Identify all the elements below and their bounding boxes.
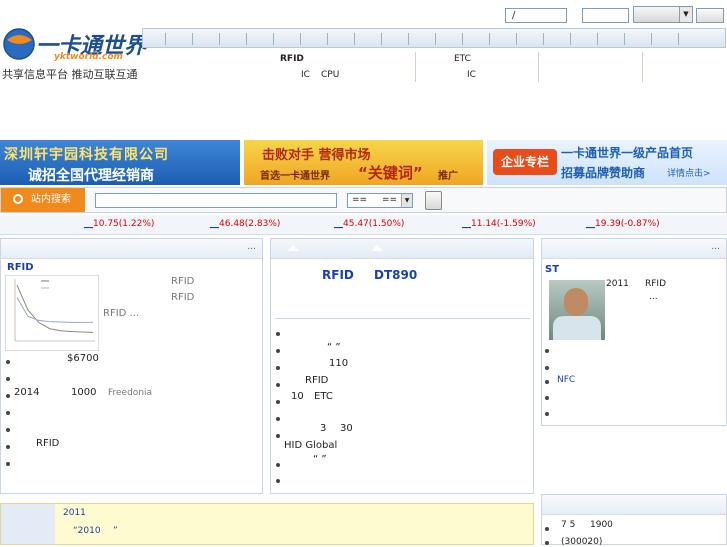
ticker-item[interactable]: __11.14(-1.59%) [462,219,536,229]
center-news-panel: RFID DT890 “ ” 110 RFID 10 ETC 3 30 HID … [270,238,534,494]
logo-url: yktworld.com [54,52,123,62]
notice-item[interactable]: 2011 [63,508,86,518]
more-link[interactable]: ... [711,242,720,252]
list-item[interactable]: HID Global [284,440,337,451]
site-logo[interactable]: 一卡通世界 yktworld.com [2,26,146,66]
main-nav [142,28,726,48]
right-news-panel: ... ST 2011 RFID ... NFC [541,238,727,426]
list-item[interactable]: 10 [291,391,304,402]
list-item[interactable]: “ ” [327,342,341,353]
subnav-cpu-link[interactable]: CPU [321,70,339,80]
read-more-link[interactable]: RFID ... [103,308,139,319]
section-title[interactable]: RFID [7,262,34,273]
site-search-button[interactable]: 站内搜索 [1,188,85,212]
login-select[interactable]: ▼ [633,6,693,23]
read-more-link[interactable]: ... [649,292,658,302]
ticker-item[interactable]: __19.39(-0.87%) [586,219,660,229]
banner-xuanyuyuan[interactable]: 深圳轩宇园科技有限公司 诚招全国代理经销商 [0,140,240,185]
chevron-down-icon: ▼ [679,7,692,22]
list-item[interactable]: RFID [36,438,59,449]
list-item[interactable]: $6700 [67,353,99,364]
search-icon [13,194,23,204]
tab-arrow-icon [371,245,383,251]
banner-keyword-promo[interactable]: 击败对手 营得市场 首选一卡通世界 “关键词” 推广 [244,140,483,185]
list-item[interactable]: RFID [305,375,328,386]
search-bar: 站内搜索 == == ▼ [0,187,727,213]
section-title[interactable]: ST [545,264,559,275]
list-item[interactable]: 7 5 [561,520,575,530]
list-item[interactable]: “ ” [313,454,327,465]
list-item[interactable]: (300020) [561,537,602,547]
subnav-etc-link[interactable]: ETC [454,54,471,64]
login-button[interactable] [696,8,724,23]
notice-box: 2011 “2010 ” [0,503,534,545]
username-input[interactable]: / [505,8,567,23]
rfid-chart [5,275,99,351]
chevron-down-icon: ▼ [401,194,412,207]
bottom-right-panel: 7 5 1900 (300020) [541,494,727,547]
subnav-ic-link[interactable]: IC [301,70,310,80]
list-item[interactable]: 2014 [14,387,39,398]
list-item[interactable]: 110 [329,358,348,369]
list-item[interactable]: NFC [557,375,575,385]
search-go-button[interactable] [425,191,442,210]
notice-item[interactable]: “2010 [73,526,101,536]
more-link[interactable]: ... [247,242,256,252]
list-item[interactable]: 3 [320,423,326,434]
person-photo[interactable] [549,280,605,340]
subnav-ic2-link[interactable]: IC [467,70,476,80]
search-input[interactable] [95,193,337,208]
ticker-item[interactable]: __45.47(1.50%) [334,219,404,229]
notice-label [1,504,55,544]
site-slogan: 共享信息平台 推动互联互通 [2,68,138,81]
left-news-panel: ... RFID RFID RFID RFID ... $6700 2014 1… [0,238,263,494]
ticker-item[interactable]: __10.75(1.22%) [84,219,154,229]
headline-link[interactable]: RFID [322,268,354,282]
subnav-rfid-link[interactable]: RFID [280,54,304,64]
search-scope-select[interactable]: == == ▼ [347,193,413,208]
ticker-item[interactable]: __46.48(2.83%) [210,219,280,229]
password-input[interactable] [582,8,629,23]
stock-ticker: __10.75(1.22%) __46.48(2.83%) __45.47(1.… [0,215,727,235]
tab-arrow-icon [287,245,299,251]
banner-enterprise-column[interactable]: 企业专栏 一卡通世界一级产品首页 招募品牌赞助商 详情点击> [487,140,727,185]
